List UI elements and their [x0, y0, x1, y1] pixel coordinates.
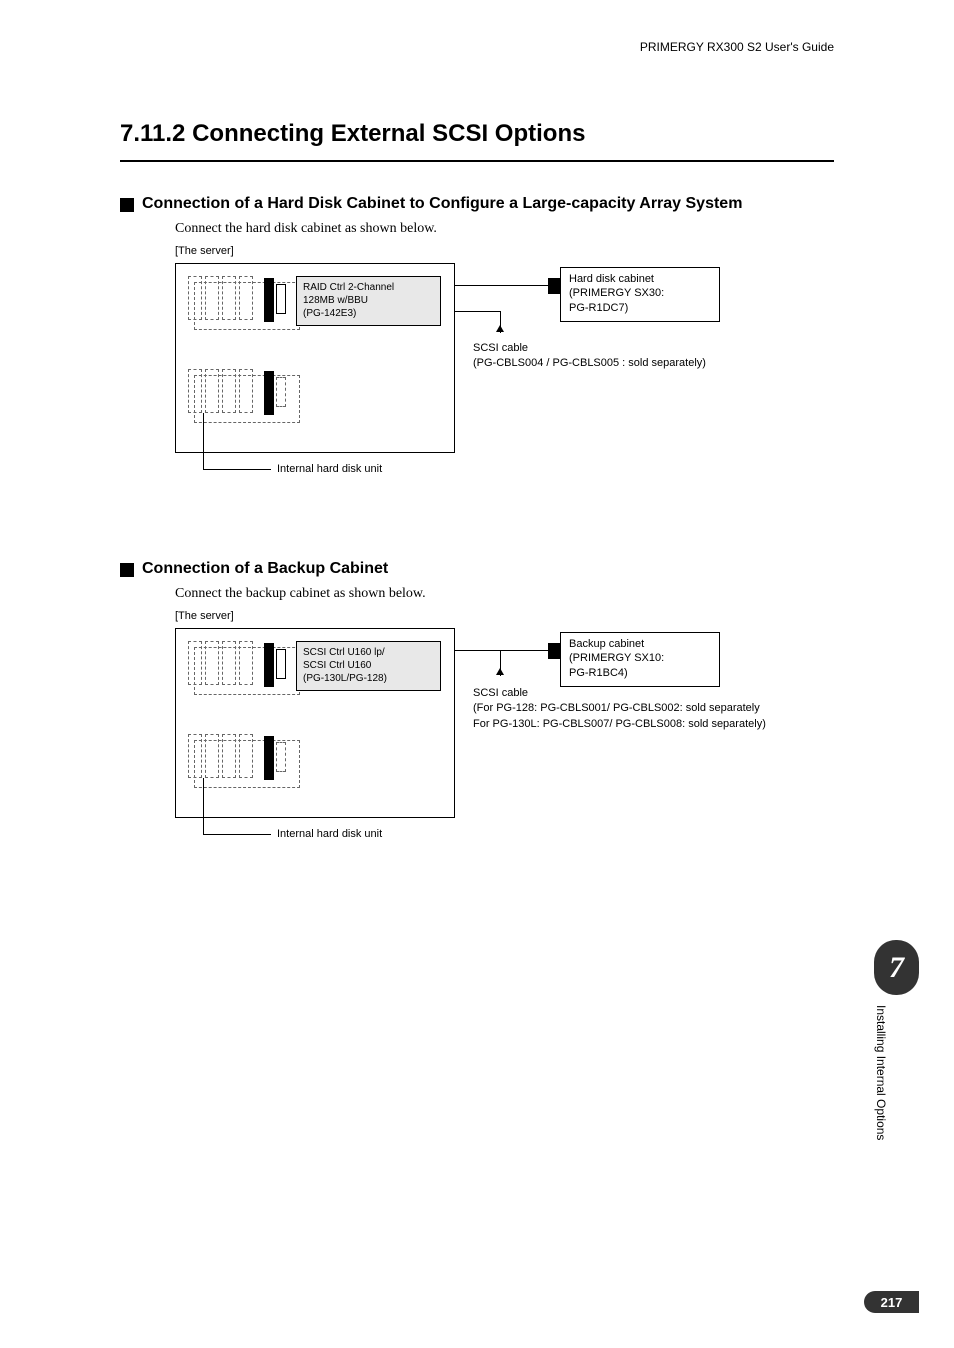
disk-slots	[188, 734, 253, 778]
connector-icon	[276, 649, 286, 679]
section-title: 7.11.2 Connecting External SCSI Options	[120, 120, 834, 162]
diagram-hard-disk: RAID Ctrl 2-Channel 128MB w/BBU (PG-142E…	[175, 263, 834, 493]
cable-line	[500, 650, 501, 676]
chapter-number-badge: 7	[874, 940, 919, 995]
connector-icon	[276, 742, 286, 772]
leader-line	[203, 469, 271, 470]
sub-body: Connect the hard disk cabinet as shown b…	[175, 221, 834, 237]
slot-group	[188, 641, 288, 696]
subsection-hard-disk-cabinet: Connection of a Hard Disk Cabinet to Con…	[120, 195, 834, 493]
chapter-tab: 7 Installing Internal Options	[874, 940, 919, 1165]
sub-header: Connection of a Hard Disk Cabinet to Con…	[120, 195, 834, 213]
section-heading: Connecting External SCSI Options	[192, 120, 585, 147]
cable-line	[455, 311, 500, 312]
scsi-card-label: SCSI Ctrl U160 lp/ SCSI Ctrl U160 (PG-13…	[296, 641, 441, 691]
cabinet-line: PG-R1DC7)	[569, 301, 711, 315]
hdu-label: Internal hard disk unit	[277, 463, 382, 475]
cabinet-box: Hard disk cabinet (PRIMERGY SX30: PG-R1D…	[560, 267, 720, 322]
cable-line: SCSI cable	[473, 341, 706, 356]
page-header: PRIMERGY RX300 S2 User's Guide	[640, 40, 834, 54]
cable-line	[455, 285, 550, 286]
server-box: SCSI Ctrl U160 lp/ SCSI Ctrl U160 (PG-13…	[175, 628, 455, 818]
server-label: [The server]	[175, 610, 834, 622]
cable-line: For PG-130L: PG-CBLS007/ PG-CBLS008: sol…	[473, 717, 766, 732]
raid-card-icon	[264, 736, 274, 780]
cabinet-line: Backup cabinet	[569, 637, 711, 651]
leader-line	[203, 778, 204, 834]
disk-slots	[188, 641, 253, 685]
disk-slots	[188, 369, 253, 413]
section-number: 7.11.2	[120, 120, 185, 147]
cable-line: (For PG-128: PG-CBLS001/ PG-CBLS002: sol…	[473, 701, 766, 716]
cabinet-line: (PRIMERGY SX10:	[569, 651, 711, 665]
cabinet-line: (PRIMERGY SX30:	[569, 286, 711, 300]
connector-icon	[276, 284, 286, 314]
raid-card-icon	[264, 371, 274, 415]
sub-body: Connect the backup cabinet as shown belo…	[175, 586, 834, 602]
cable-line: SCSI cable	[473, 686, 766, 701]
leader-line	[203, 834, 271, 835]
sub-header: Connection of a Backup Cabinet	[120, 560, 834, 578]
chapter-label: Installing Internal Options	[874, 1005, 888, 1165]
subsection-backup-cabinet: Connection of a Backup Cabinet Connect t…	[120, 560, 834, 858]
cable-line: (PG-CBLS004 / PG-CBLS005 : sold separate…	[473, 356, 706, 371]
card-line: RAID Ctrl 2-Channel	[303, 281, 434, 294]
card-line: (PG-142E3)	[303, 307, 434, 320]
cabinet-box: Backup cabinet (PRIMERGY SX10: PG-R1BC4)	[560, 632, 720, 687]
card-line: (PG-130L/PG-128)	[303, 672, 434, 685]
cabinet-line: Hard disk cabinet	[569, 272, 711, 286]
sub-title: Connection of a Backup Cabinet	[142, 560, 388, 578]
card-line: SCSI Ctrl U160	[303, 659, 434, 672]
raid-card-label: RAID Ctrl 2-Channel 128MB w/BBU (PG-142E…	[296, 276, 441, 326]
cable-label: SCSI cable (For PG-128: PG-CBLS001/ PG-C…	[473, 686, 766, 732]
raid-card-icon	[264, 643, 274, 687]
server-label: [The server]	[175, 245, 834, 257]
disk-slots	[188, 276, 253, 320]
card-line: 128MB w/BBU	[303, 294, 434, 307]
leader-line	[203, 413, 204, 469]
slot-group	[188, 276, 288, 331]
raid-card-icon	[264, 278, 274, 322]
card-line: SCSI Ctrl U160 lp/	[303, 646, 434, 659]
page-number: 217	[864, 1291, 919, 1313]
hdu-label: Internal hard disk unit	[277, 828, 382, 840]
diagram-backup: SCSI Ctrl U160 lp/ SCSI Ctrl U160 (PG-13…	[175, 628, 834, 858]
arrow-up-icon	[496, 325, 504, 332]
port-icon	[548, 643, 560, 659]
cabinet-line: PG-R1BC4)	[569, 666, 711, 680]
cable-label: SCSI cable (PG-CBLS004 / PG-CBLS005 : so…	[473, 341, 706, 372]
square-bullet-icon	[120, 198, 134, 212]
sub-title: Connection of a Hard Disk Cabinet to Con…	[142, 195, 742, 213]
server-box: RAID Ctrl 2-Channel 128MB w/BBU (PG-142E…	[175, 263, 455, 453]
square-bullet-icon	[120, 563, 134, 577]
cable-line	[455, 650, 550, 651]
connector-icon	[276, 377, 286, 407]
port-icon	[548, 278, 560, 294]
